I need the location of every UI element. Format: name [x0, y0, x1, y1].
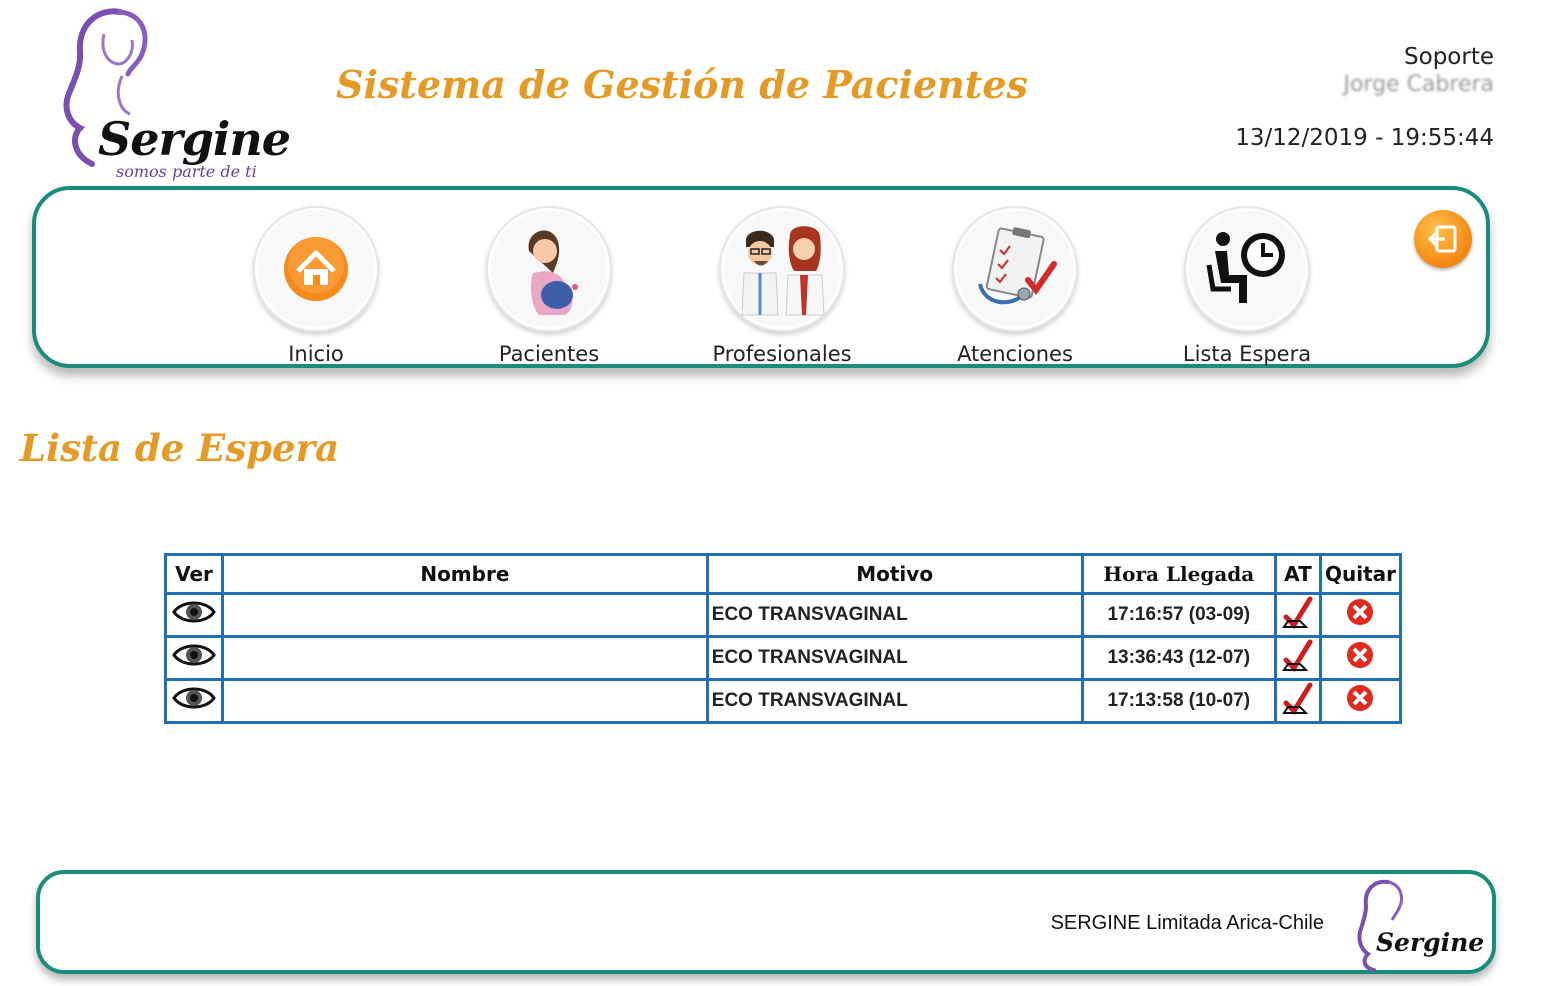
home-icon: [284, 237, 348, 301]
attend-check-icon[interactable]: [1282, 595, 1314, 635]
cell-motivo: ECO TRANSVAGINAL: [705, 678, 1084, 724]
remove-x-icon[interactable]: [1345, 640, 1375, 676]
attend-check-icon[interactable]: [1282, 681, 1314, 721]
pregnant-woman-icon: [528, 230, 578, 315]
cell-nombre: [220, 635, 709, 681]
cell-nombre: [220, 592, 709, 638]
cell-motivo: ECO TRANSVAGINAL: [705, 635, 1084, 681]
cell-hora-llegada: 17:16:57 (03-09): [1080, 592, 1277, 638]
cell-motivo: ECO TRANSVAGINAL: [705, 592, 1084, 638]
cell-hora-llegada: 13:36:43 (12-07): [1080, 635, 1277, 681]
remove-x-icon[interactable]: [1345, 597, 1375, 633]
table-header-row: Ver Nombre Motivo Hora Llegada AT Quitar: [164, 553, 1403, 595]
nav-item-pacientes[interactable]: Pacientes: [449, 206, 649, 366]
footer-wordmark: Sergine: [1376, 928, 1485, 957]
nav-label-inicio: Inicio: [288, 342, 344, 366]
clipboard-stethoscope-icon: [978, 227, 1057, 305]
logout-icon: [1427, 225, 1457, 253]
user-name: Jorge Cabrera: [1343, 72, 1494, 97]
brand-tagline: somos parte de ti: [116, 162, 257, 181]
waiting-clock-icon: [1206, 232, 1285, 303]
nav-label-atenciones: Atenciones: [957, 342, 1073, 366]
col-header-quitar: Quitar: [1318, 553, 1403, 595]
nav-label-pacientes: Pacientes: [498, 342, 600, 366]
col-header-hora-llegada: Hora Llegada: [1080, 553, 1277, 595]
user-role: Soporte: [1404, 44, 1494, 70]
main-nav: Inicio Pacientes Profesionales Atencione…: [32, 186, 1490, 368]
footer-logo: Sergine: [1354, 876, 1484, 974]
section-title: Lista de Espera: [20, 426, 340, 470]
table-row: ECO TRANSVAGINAL 13:36:43 (12-07): [164, 635, 1403, 681]
cell-nombre: [220, 678, 709, 724]
col-header-motivo: Motivo: [705, 553, 1084, 595]
view-eye-icon[interactable]: [172, 598, 216, 632]
col-header-at: AT: [1273, 553, 1322, 595]
col-header-ver: Ver: [164, 553, 224, 595]
footer-text: SERGINE Limitada Arica-Chile: [1050, 912, 1324, 934]
nav-item-inicio[interactable]: Inicio: [216, 206, 416, 366]
cell-hora-llegada: 17:13:58 (10-07): [1080, 678, 1277, 724]
nav-label-profesionales: Profesionales: [712, 342, 852, 366]
brand-logo: Sergine somos parte de ti: [58, 4, 291, 184]
view-eye-icon[interactable]: [172, 641, 216, 675]
remove-x-icon[interactable]: [1345, 683, 1375, 719]
doctors-icon: [741, 226, 825, 316]
current-datetime: 13/12/2019 - 19:55:44: [1235, 125, 1494, 151]
nav-item-profesionales[interactable]: Profesionales: [682, 206, 882, 366]
attend-check-icon[interactable]: [1282, 638, 1314, 678]
col-header-nombre: Nombre: [220, 553, 709, 595]
brand-wordmark: Sergine: [98, 112, 291, 166]
woman-silhouette-icon: [1357, 879, 1403, 972]
footer: SERGINE Limitada Arica-Chile Sergine: [36, 870, 1496, 974]
nav-item-lista-espera[interactable]: Lista Espera: [1147, 206, 1347, 366]
table-row: ECO TRANSVAGINAL 17:16:57 (03-09): [164, 592, 1403, 638]
nav-item-atenciones[interactable]: Atenciones: [915, 206, 1115, 366]
app-title: Sistema de Gestión de Pacientes: [336, 62, 1028, 107]
user-info: Soporte Jorge Cabrera 13/12/2019 - 19:55…: [1235, 44, 1494, 151]
nav-label-lista-espera: Lista Espera: [1182, 342, 1312, 366]
table-row: ECO TRANSVAGINAL 17:13:58 (10-07): [164, 678, 1403, 724]
waitlist-table: Ver Nombre Motivo Hora Llegada AT Quitar…: [164, 553, 1403, 724]
logout-button[interactable]: [1414, 210, 1472, 268]
view-eye-icon[interactable]: [172, 684, 216, 718]
